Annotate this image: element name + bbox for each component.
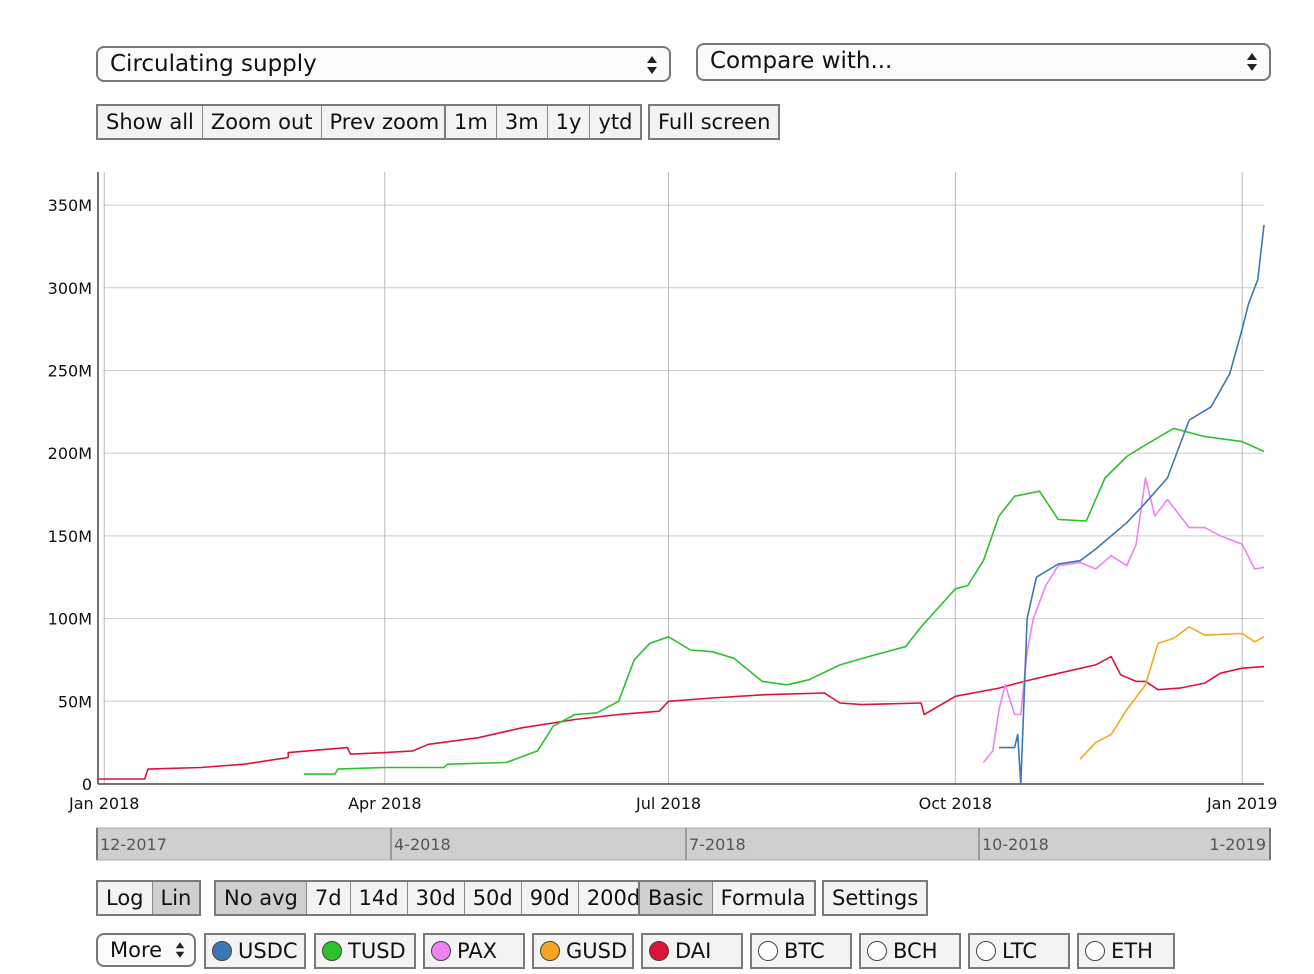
usdc-color-swatch xyxy=(212,941,232,961)
navigator-label: 10-2018 xyxy=(982,835,1049,854)
eth-color-swatch xyxy=(1085,941,1105,961)
lin-scale-button[interactable]: Lin xyxy=(152,882,200,914)
chart-axes: 0 50M 100M 150M 200M 250M 300M 350M Jan 2018 Apr … xyxy=(48,172,1277,813)
navigator-label: 4-2018 xyxy=(394,835,451,854)
legend-usdc-label: USDC xyxy=(238,939,298,963)
range-3m-button[interactable]: 3m xyxy=(496,106,548,138)
range-1m-button[interactable]: 1m xyxy=(446,106,497,138)
select-arrows-icon xyxy=(647,56,657,74)
tusd-color-swatch xyxy=(322,941,342,961)
series-line-gusd xyxy=(1079,626,1265,760)
y-tick-label: 350M xyxy=(48,196,92,215)
y-tick-label: 200M xyxy=(48,444,92,463)
legend-tusd-toggle[interactable]: TUSD xyxy=(314,933,416,969)
no-avg-button[interactable]: No avg xyxy=(216,882,307,914)
gusd-color-swatch xyxy=(540,941,560,961)
chart-series xyxy=(98,224,1265,785)
avg-90d-button[interactable]: 90d xyxy=(521,882,579,914)
legend-pax-label: PAX xyxy=(457,939,498,963)
settings-button[interactable]: Settings xyxy=(824,882,927,914)
y-tick-label: 250M xyxy=(48,361,92,380)
pax-color-swatch xyxy=(431,941,451,961)
compare-select-value: Compare with... xyxy=(710,48,893,74)
compare-select[interactable]: Compare with... xyxy=(696,43,1271,81)
y-tick-label: 150M xyxy=(48,527,92,546)
y-tick-label: 300M xyxy=(48,279,92,298)
bch-color-swatch xyxy=(867,941,887,961)
supply-chart[interactable]: 0 50M 100M 150M 200M 250M 300M 350M Jan 2018 Apr … xyxy=(0,160,1314,870)
range-1y-button[interactable]: 1y xyxy=(547,106,591,138)
series-line-tusd xyxy=(303,427,1265,775)
y-tick-label: 100M xyxy=(48,610,92,629)
btc-color-swatch xyxy=(758,941,778,961)
avg-14d-button[interactable]: 14d xyxy=(350,882,408,914)
navigator-label: 1-2019 xyxy=(1209,835,1266,854)
legend-btc-label: BTC xyxy=(784,939,825,963)
legend-ltc-toggle[interactable]: LTC xyxy=(968,933,1070,969)
series-line-usdc xyxy=(999,224,1265,785)
settings-button-group: Settings xyxy=(822,880,929,916)
x-tick-label: Oct 2018 xyxy=(919,794,992,813)
show-all-button[interactable]: Show all xyxy=(98,106,203,138)
zoom-button-group: Show all Zoom out Prev zoom xyxy=(96,104,450,140)
navigator-track xyxy=(96,827,1271,861)
legend-tusd-label: TUSD xyxy=(348,939,406,963)
avg-7d-button[interactable]: 7d xyxy=(306,882,351,914)
y-tick-label: 0 xyxy=(82,775,92,794)
formula-mode-button[interactable]: Formula xyxy=(712,882,814,914)
select-arrows-icon xyxy=(175,942,185,958)
scale-button-group: Log Lin xyxy=(96,880,202,916)
range-button-group: 1m 3m 1y ytd xyxy=(444,104,643,140)
metric-select-value: Circulating supply xyxy=(110,51,317,77)
range-navigator[interactable]: 12-2017 4-2018 7-2018 10-2018 1-2019 xyxy=(96,827,1271,861)
x-tick-label: Apr 2018 xyxy=(348,794,421,813)
metric-select[interactable]: Circulating supply xyxy=(96,46,671,82)
chart-grid xyxy=(103,172,1264,784)
legend-ltc-label: LTC xyxy=(1002,939,1038,963)
avg-50d-button[interactable]: 50d xyxy=(464,882,522,914)
legend-btc-toggle[interactable]: BTC xyxy=(750,933,852,969)
legend-dai-toggle[interactable]: DAI xyxy=(641,933,743,969)
ltc-color-swatch xyxy=(976,941,996,961)
legend-gusd-label: GUSD xyxy=(566,939,628,963)
more-select-label: More xyxy=(110,938,163,962)
navigator-label: 7-2018 xyxy=(689,835,746,854)
legend-pax-toggle[interactable]: PAX xyxy=(423,933,525,969)
legend-dai-label: DAI xyxy=(675,939,712,963)
legend-eth-label: ETH xyxy=(1111,939,1153,963)
x-tick-label: Jan 2019 xyxy=(1206,794,1277,813)
legend-eth-toggle[interactable]: ETH xyxy=(1077,933,1175,969)
series-line-pax xyxy=(982,477,1265,764)
series-line-dai xyxy=(98,655,1265,780)
x-tick-label: Jul 2018 xyxy=(635,794,701,813)
basic-mode-button[interactable]: Basic xyxy=(640,882,713,914)
log-scale-button[interactable]: Log xyxy=(98,882,153,914)
mode-button-group: Basic Formula xyxy=(638,880,816,916)
fullscreen-button-group: Full screen xyxy=(648,104,781,140)
y-tick-label: 50M xyxy=(58,692,92,711)
legend-bch-toggle[interactable]: BCH xyxy=(859,933,961,969)
navigator-label: 12-2017 xyxy=(100,835,167,854)
x-tick-label: Jan 2018 xyxy=(68,794,139,813)
legend-usdc-toggle[interactable]: USDC xyxy=(204,933,306,969)
select-arrows-icon xyxy=(1247,53,1257,71)
dai-color-swatch xyxy=(649,941,669,961)
full-screen-button[interactable]: Full screen xyxy=(650,106,779,138)
prev-zoom-button[interactable]: Prev zoom xyxy=(321,106,448,138)
legend-gusd-toggle[interactable]: GUSD xyxy=(532,933,634,969)
average-button-group: No avg 7d 14d 30d 50d 90d 200d xyxy=(214,880,651,916)
zoom-out-button[interactable]: Zoom out xyxy=(202,106,322,138)
avg-30d-button[interactable]: 30d xyxy=(407,882,465,914)
more-select[interactable]: More xyxy=(96,933,196,967)
range-ytd-button[interactable]: ytd xyxy=(590,106,641,138)
legend-bch-label: BCH xyxy=(893,939,938,963)
